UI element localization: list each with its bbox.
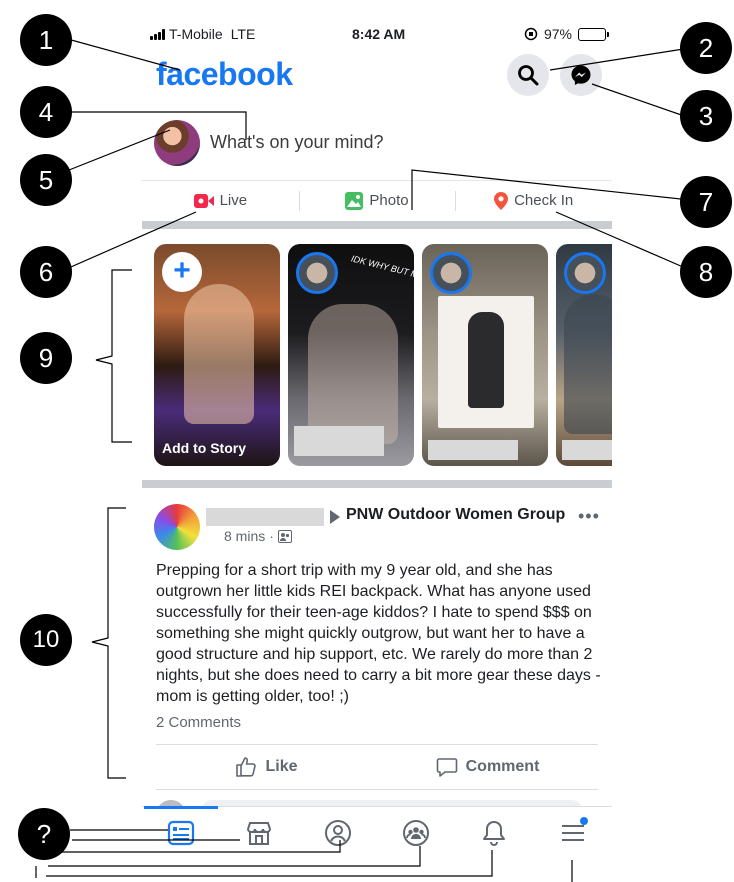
annotation-marker-4: 4 — [20, 86, 72, 138]
post-group-name[interactable]: PNW Outdoor Women Group — [346, 506, 565, 524]
story-card[interactable]: IDK WHY BUT MOOD — [288, 244, 414, 466]
messenger-button[interactable] — [560, 54, 602, 96]
live-video-icon — [193, 193, 214, 208]
more-options-icon[interactable]: ••• — [578, 506, 600, 527]
status-bar: T-Mobile LTE 8:42 AM 97% — [142, 20, 612, 50]
status-left: T-Mobile LTE — [150, 26, 255, 42]
story-avatar — [564, 252, 606, 294]
composer-prompt[interactable]: What's on your mind? — [210, 132, 384, 153]
notification-dot — [579, 817, 588, 825]
story-photo — [308, 304, 398, 444]
comment-icon — [436, 758, 457, 777]
tab-profile[interactable] — [299, 807, 377, 882]
live-button[interactable]: Live — [142, 181, 299, 220]
annotation-marker-5: 5 — [20, 154, 72, 206]
notifications-icon — [483, 821, 506, 846]
marketplace-icon — [247, 822, 272, 845]
group-members-icon — [277, 529, 292, 543]
comment-button[interactable]: Comment — [377, 745, 598, 789]
story-photo — [438, 296, 534, 428]
search-icon — [518, 65, 539, 86]
carrier-label: T-Mobile — [169, 26, 223, 42]
check-in-button[interactable]: Check In — [455, 181, 612, 220]
like-button[interactable]: Like — [156, 745, 377, 789]
annotation-marker-10: 10 — [20, 614, 72, 666]
annotation-marker-1: 1 — [20, 14, 72, 66]
redacted-name — [428, 440, 518, 460]
post-author-avatar[interactable] — [154, 504, 200, 550]
photo-button[interactable]: Photo — [298, 181, 456, 220]
story-caption: IDK WHY BUT MOOD — [350, 253, 414, 285]
post-body: Prepping for a short trip with my 9 year… — [156, 562, 601, 705]
redacted-name — [562, 440, 612, 460]
location-pin-icon — [494, 191, 509, 210]
meta-separator: · — [269, 528, 274, 544]
live-label: Live — [219, 192, 248, 209]
annotation-marker-question: ? — [18, 808, 70, 860]
story-card[interactable] — [422, 244, 548, 466]
add-story-card[interactable]: + Add to Story — [154, 244, 280, 466]
add-story-label: Add to Story — [162, 440, 246, 456]
story-photo — [564, 294, 612, 434]
post-time[interactable]: 8 mins — [224, 528, 265, 544]
clock: 8:42 AM — [352, 26, 406, 42]
facebook-logo[interactable]: facebook — [156, 56, 293, 93]
status-composer[interactable]: What's on your mind? — [142, 118, 612, 174]
story-card[interactable] — [556, 244, 612, 466]
post-actions: Like Comment — [156, 744, 598, 790]
battery-icon — [578, 27, 609, 41]
add-story-plus-icon[interactable]: + — [162, 252, 202, 292]
messenger-icon — [571, 65, 591, 85]
annotation-marker-9: 9 — [20, 332, 72, 384]
signal-icon — [150, 28, 165, 40]
news-feed-icon — [168, 820, 195, 846]
search-button[interactable] — [507, 54, 549, 96]
thumbs-up-icon — [236, 757, 257, 777]
annotation-marker-2: 2 — [680, 22, 732, 74]
profile-avatar[interactable] — [154, 120, 200, 166]
orientation-lock-icon — [524, 27, 538, 41]
annotation-marker-7: 7 — [680, 176, 732, 228]
phone-screen: T-Mobile LTE 8:42 AM 97% facebook What's… — [142, 0, 612, 882]
redacted-author-name — [206, 508, 324, 526]
story-avatar — [430, 252, 472, 294]
groups-icon — [403, 820, 430, 846]
network-label: LTE — [230, 26, 256, 42]
post-meta: 8 mins · — [224, 528, 292, 544]
annotation-marker-3: 3 — [680, 90, 732, 142]
redacted-name — [294, 426, 384, 456]
comment-label: Comment — [465, 758, 540, 775]
annotation-marker-6: 6 — [20, 246, 72, 298]
tab-news-feed[interactable] — [142, 806, 220, 882]
comments-count[interactable]: 2 Comments — [156, 714, 241, 731]
section-divider — [142, 480, 612, 488]
profile-icon — [324, 820, 351, 846]
photo-label: Photo — [369, 192, 409, 209]
story-photo — [184, 284, 254, 424]
tab-notifications[interactable] — [455, 807, 533, 882]
battery-percent: 97% — [543, 26, 572, 42]
story-avatar — [296, 252, 338, 294]
arrow-right-icon — [330, 510, 340, 524]
like-label: Like — [265, 758, 298, 775]
section-divider — [142, 221, 612, 229]
tab-groups[interactable] — [377, 807, 455, 882]
photo-icon — [345, 191, 364, 210]
check-in-label: Check In — [514, 192, 574, 209]
stories-tray: + Add to Story IDK WHY BUT MOOD — [154, 244, 612, 468]
annotation-marker-8: 8 — [680, 246, 732, 298]
composer-quick-actions: Live Photo Check In — [142, 180, 612, 220]
status-right: 97% — [524, 26, 609, 42]
tab-menu[interactable] — [534, 807, 612, 882]
bottom-tab-bar — [142, 806, 612, 882]
tab-marketplace[interactable] — [220, 807, 298, 882]
